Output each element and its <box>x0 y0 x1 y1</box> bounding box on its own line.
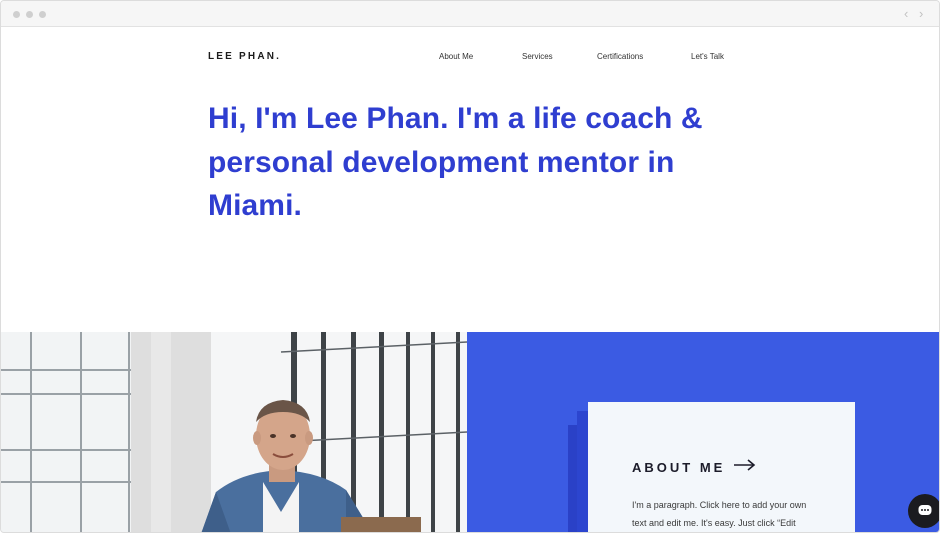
hero-headline: Hi, I'm Lee Phan. I'm a life coach & per… <box>208 102 703 222</box>
window-control-dot[interactable] <box>13 11 20 18</box>
site-logo[interactable]: LEE PHAN. <box>208 51 281 62</box>
browser-toolbar: ‹ › <box>1 1 939 27</box>
window-control-dot[interactable] <box>26 11 33 18</box>
profile-photo-illustration <box>1 332 467 532</box>
forward-arrow-icon[interactable]: › <box>919 6 923 22</box>
right-arrow-icon[interactable] <box>734 459 756 471</box>
window-control-dot[interactable] <box>39 11 46 18</box>
nav-item-services[interactable]: Services <box>522 52 553 61</box>
nav-item-lets-talk[interactable]: Let's Talk <box>691 52 724 61</box>
about-me-paragraph: I'm a paragraph. Click here to add your … <box>632 500 807 528</box>
about-me-card: ABOUT ME I'm a paragraph. Click here to … <box>588 402 855 532</box>
chat-button[interactable] <box>908 494 939 528</box>
nav-item-certifications[interactable]: Certifications <box>597 52 643 61</box>
chat-bubble-icon <box>918 505 932 515</box>
about-me-link[interactable]: ABOUT ME <box>632 460 725 475</box>
back-arrow-icon[interactable]: ‹ <box>904 6 908 22</box>
nav-item-about-me[interactable]: About Me <box>439 52 473 61</box>
browser-window: ‹ › LEE PHAN. About Me Services Certific… <box>0 0 940 533</box>
profile-photo <box>1 332 467 532</box>
